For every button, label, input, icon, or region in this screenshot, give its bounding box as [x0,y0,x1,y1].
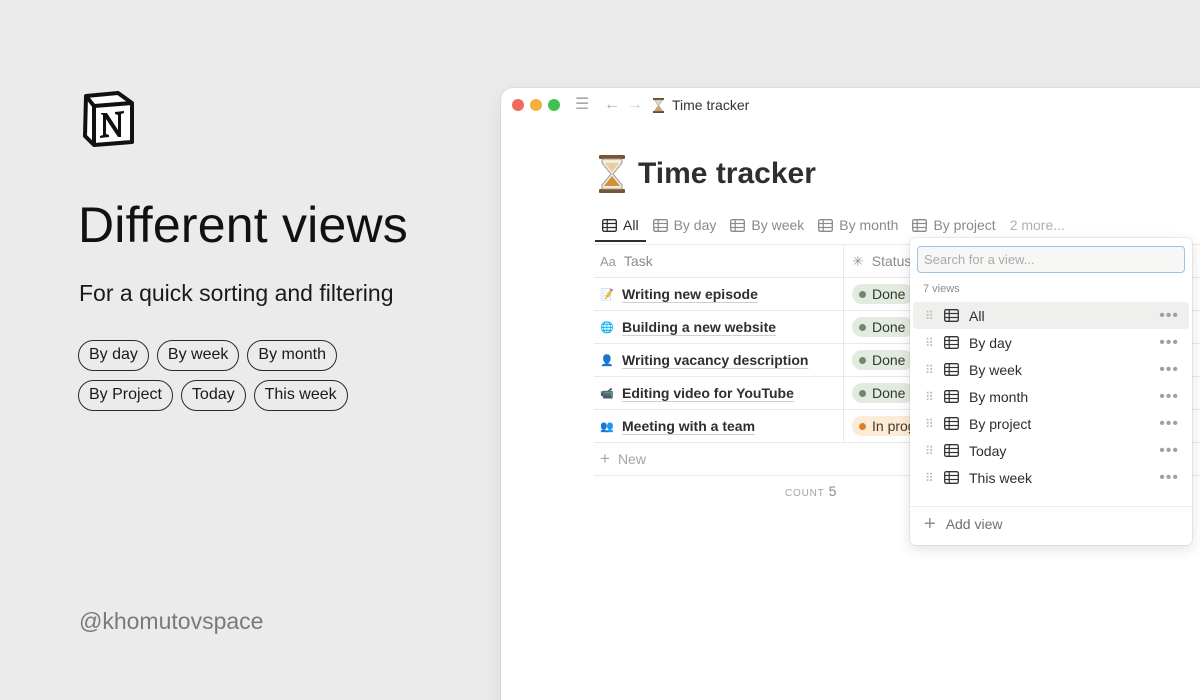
more-options-icon[interactable]: ••• [1159,334,1179,352]
back-arrow-icon[interactable]: ← [604,96,620,114]
plus-icon: + [924,513,936,535]
titlebar: ☰ ← → Time tracker [501,88,1200,124]
forward-arrow-icon[interactable]: → [627,96,643,114]
status-badge[interactable]: Done [852,284,915,304]
tab-by-day[interactable]: By day [646,212,724,242]
dropdown-divider [910,506,1192,507]
chip-by-day: By day [78,340,149,371]
memo-icon: 📝 [600,288,614,301]
video-camera-icon: 📹 [600,387,614,400]
breadcrumb-title: Time tracker [672,97,750,113]
view-item-by-project[interactable]: ⠿ By project ••• [913,410,1189,437]
views-dropdown: 7 views ⠿ All ••• ⠿ By day ••• ⠿ By week… [910,238,1192,545]
drag-handle-icon[interactable]: ⠿ [925,444,935,458]
chip-by-week: By week [156,340,240,371]
author-handle: @khomutovspace [79,608,264,634]
minimize-window-button[interactable] [530,99,542,111]
drag-handle-icon[interactable]: ⠿ [925,471,935,485]
notion-logo [83,91,134,147]
view-item-this-week[interactable]: ⠿ This week ••• [913,464,1189,491]
table-icon [602,218,617,232]
status-property-icon: ✳ [852,252,864,269]
more-options-icon[interactable]: ••• [1159,442,1179,460]
view-search-input[interactable] [917,246,1185,273]
view-item-by-week[interactable]: ⠿ By week ••• [913,356,1189,383]
table-icon [944,390,959,403]
chip-by-month: By month [247,340,337,371]
drag-handle-icon[interactable]: ⠿ [925,390,935,404]
tab-by-week[interactable]: By week [723,212,811,242]
text-property-icon: Aa [600,253,616,269]
table-icon [818,218,834,232]
more-options-icon[interactable]: ••• [1159,469,1179,487]
chip-this-week: This week [253,380,348,411]
drag-handle-icon[interactable]: ⠿ [925,309,935,323]
maximize-window-button[interactable] [548,99,560,111]
page-title: Time tracker [598,155,816,193]
drag-handle-icon[interactable]: ⠿ [925,363,935,377]
tab-all[interactable]: All [595,212,646,242]
table-icon [944,336,959,349]
table-icon [944,309,959,322]
page-title-text: Time tracker [638,157,816,190]
tab-by-month[interactable]: By month [811,212,905,242]
more-options-icon[interactable]: ••• [1159,415,1179,433]
chip-by-project: By Project [78,380,173,411]
column-header-task[interactable]: Aa Task [594,245,844,277]
status-badge[interactable]: Done [852,350,915,370]
table-icon [730,218,746,232]
person-icon: 👤 [600,354,614,367]
drag-handle-icon[interactable]: ⠿ [925,417,935,431]
feature-chips: By day By week By month By Project Today… [78,340,408,420]
headline: Different views [78,197,408,253]
views-list: ⠿ All ••• ⠿ By day ••• ⠿ By week ••• ⠿ B… [913,302,1189,491]
table-icon [944,417,959,430]
drag-handle-icon[interactable]: ⠿ [925,336,935,350]
views-count: 7 views [923,283,960,295]
task-title[interactable]: Writing vacancy description [622,352,808,368]
breadcrumb[interactable]: Time tracker [653,97,749,113]
view-item-by-day[interactable]: ⠿ By day ••• [913,329,1189,356]
more-options-icon[interactable]: ••• [1159,361,1179,379]
table-icon [944,471,959,484]
subline: For a quick sorting and filtering [79,280,394,306]
more-options-icon[interactable]: ••• [1159,307,1179,325]
hourglass-icon [599,155,625,193]
more-options-icon[interactable]: ••• [1159,388,1179,406]
chip-today: Today [180,380,246,411]
task-title[interactable]: Building a new website [622,319,776,335]
task-title[interactable]: Writing new episode [622,286,758,302]
people-icon: 👥 [600,420,614,433]
task-title[interactable]: Editing video for YouTube [622,385,794,401]
add-view-button[interactable]: + Add view [924,514,1003,534]
table-icon [944,363,959,376]
view-item-by-month[interactable]: ⠿ By month ••• [913,383,1189,410]
sidebar-menu-icon[interactable]: ☰ [575,96,589,114]
row-count: COUNT 5 [785,483,837,499]
plus-icon: + [600,449,610,468]
hourglass-icon [653,97,664,113]
table-icon [944,444,959,457]
table-icon [652,218,668,232]
close-window-button[interactable] [512,99,524,111]
view-item-today[interactable]: ⠿ Today ••• [913,437,1189,464]
table-icon [912,218,928,232]
view-item-all[interactable]: ⠿ All ••• [913,302,1189,329]
status-badge[interactable]: Done [852,317,915,337]
globe-icon: 🌐 [600,321,614,334]
status-badge[interactable]: Done [852,383,915,403]
task-title[interactable]: Meeting with a team [622,418,755,434]
